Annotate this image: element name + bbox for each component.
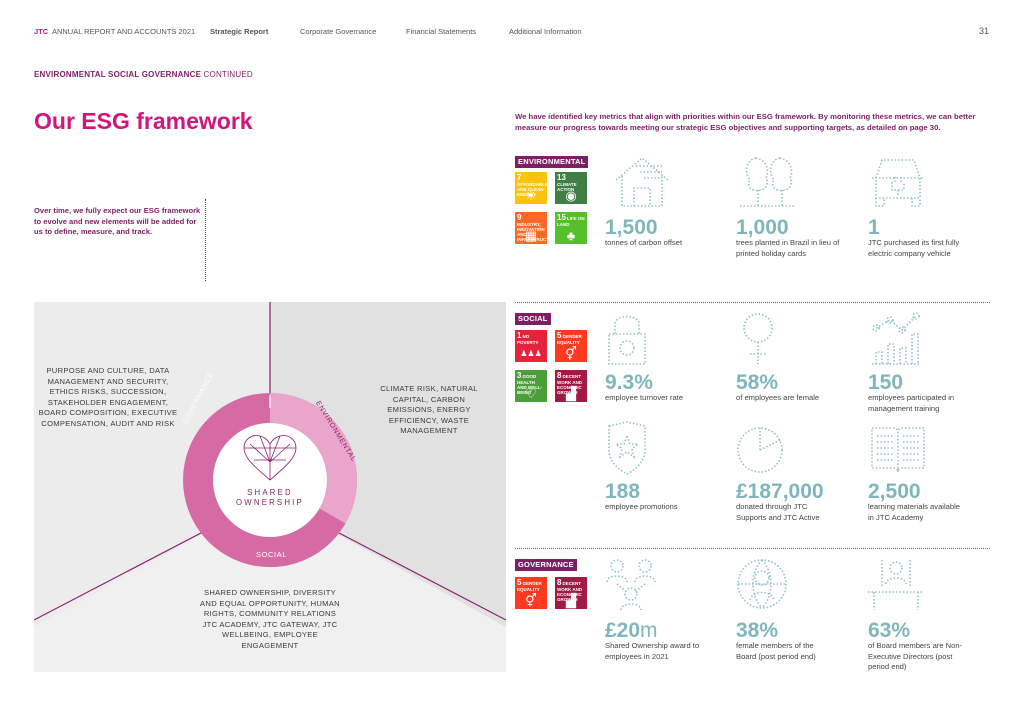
female-globe-icon: [737, 559, 787, 609]
sdg-number: 15: [557, 213, 566, 222]
intro-right: We have identified key metrics that alig…: [515, 112, 976, 132]
metric-promotions-value: 188: [605, 480, 641, 503]
report-name: ANNUAL REPORT AND ACCOUNTS 2021: [51, 27, 196, 36]
governance-label: GOVERNANCE: [515, 559, 577, 571]
sdg-3-icon: 3GOOD HEALTH AND WELL-BEING ♡: [515, 370, 547, 402]
sdg-5-icon: 5GENDER EQUALITY ⚥: [515, 577, 547, 609]
metric-female-board-desc: female members of the Board (post period…: [736, 641, 816, 661]
metric-management-training-desc: employees participated in management tra…: [868, 393, 955, 413]
metric-shared-ownership-desc: Shared Ownership award to employees in 2…: [605, 641, 700, 661]
ring-label-social: SOCIAL: [256, 550, 288, 559]
open-book-icon: [871, 427, 925, 473]
metric-promotions-desc: employee promotions: [605, 502, 678, 511]
padlock-icon: [608, 315, 646, 365]
growth-chart-icon: [872, 312, 920, 365]
metric-shared-ownership-value: £20m: [605, 620, 658, 642]
sdg-number: 5: [557, 331, 562, 340]
metric-learning-materials-desc: learning materials available in JTC Acad…: [868, 502, 961, 522]
social-label: SOCIAL: [515, 313, 551, 325]
nav-financial-statements[interactable]: Financial Statements: [406, 27, 476, 36]
sdg-glyph: ▦: [524, 228, 538, 243]
nav-corporate-governance[interactable]: Corporate Governance: [300, 27, 376, 36]
house-icon: [615, 156, 669, 207]
trees-icon: [740, 157, 796, 207]
metric-trees-value: 1,000: [736, 216, 789, 239]
sdg-glyph: ▟: [566, 386, 576, 401]
sdg-number: 8: [557, 371, 562, 380]
sdg-1-icon: 1NO POVERTY ♟♟♟: [515, 330, 547, 362]
metric-carbon-offset-value: 1,500: [605, 216, 658, 239]
governance-topics: PURPOSE AND CULTURE, DATA MANAGEMENT AND…: [38, 366, 178, 428]
brand-label: JTC: [34, 27, 49, 36]
sdg-glyph: ⚥: [525, 593, 537, 608]
center-label-line2: OWNERSHIP: [236, 498, 304, 507]
people-network-icon: [606, 559, 656, 611]
section-divider: [515, 302, 990, 303]
sdg-glyph: ☀: [525, 188, 537, 203]
sdg-glyph: ♡: [525, 386, 537, 401]
sdg-7-icon: 7AFFORDABLE AND CLEAN ENERGY ☀: [515, 172, 547, 204]
metric-electric-vehicle-value: 1: [868, 216, 880, 239]
intro-left: Over time, we fully expect our ESG frame…: [34, 206, 201, 236]
metric-turnover-value: 9.3%: [605, 371, 653, 394]
female-symbol-icon: [743, 313, 773, 364]
sdg-glyph: ▟: [566, 593, 576, 608]
report-brand: JTC ANNUAL REPORT AND ACCOUNTS 2021: [34, 27, 195, 36]
metric-shared-ownership-amount: £20: [605, 619, 641, 642]
center-label: SHARED OWNERSHIP: [220, 488, 320, 508]
sdg-8-icon: 8DECENT WORK AND ECONOMIC GROWTH ▟: [555, 370, 587, 402]
nav-strategic-report[interactable]: Strategic Report: [210, 27, 268, 36]
social-topics: SHARED OWNERSHIP, DIVERSITY AND EQUAL OP…: [200, 588, 340, 650]
metric-ned-value: 63%: [868, 619, 911, 642]
metric-trees-desc: trees planted in Brazil in lieu of print…: [736, 238, 840, 258]
sdg-number: 3: [517, 371, 522, 380]
sdg-15-icon: 15LIFE ON LAND ♣: [555, 212, 587, 244]
sdg-glyph: ⚥: [565, 346, 577, 361]
metric-female-board-value: 38%: [736, 619, 779, 642]
sdg-13-icon: 13CLIMATE ACTION ◉: [555, 172, 587, 204]
badge-star-icon: [608, 421, 646, 475]
sdg-8-icon: 8DECENT WORK AND ECONOMIC GROWTH ▟: [555, 577, 587, 609]
pie-chart-icon: [737, 427, 783, 473]
nav-additional-information[interactable]: Additional Information: [509, 27, 582, 36]
sdg-number: 8: [557, 578, 562, 587]
intro-divider: [205, 199, 206, 281]
page-title: Our ESG framework: [34, 108, 253, 134]
metric-donations-value: £187,000: [736, 480, 824, 503]
sdg-glyph: ◉: [565, 188, 577, 203]
metric-turnover-desc: employee turnover rate: [605, 393, 684, 402]
metric-shared-ownership-unit: m: [640, 619, 658, 642]
metric-ned-desc: of Board members are Non-Executive Direc…: [868, 641, 963, 671]
sdg-number: 9: [517, 213, 522, 222]
sdg-glyph: ♟♟♟: [520, 349, 542, 358]
metric-female-employees-value: 58%: [736, 371, 779, 394]
sdg-number: 7: [517, 173, 522, 182]
page-number: 31: [979, 26, 990, 36]
environmental-topics: CLIMATE RISK, NATURAL CAPITAL, CARBON EM…: [380, 384, 478, 435]
section-divider: [515, 548, 990, 549]
sdg-glyph: ♣: [566, 228, 576, 243]
metric-electric-vehicle-desc: JTC purchased its first fully electric c…: [868, 238, 960, 258]
center-label-line1: SHARED: [247, 488, 293, 497]
sdg-number: 13: [557, 173, 566, 182]
electric-car-icon: [872, 159, 924, 207]
metric-management-training-value: 150: [868, 371, 904, 394]
sdg-9-icon: 9INDUSTRY, INNOVATION AND INFRASTRUCTURE…: [515, 212, 547, 244]
esg-diagram: PURPOSE AND CULTURE, DATA MANAGEMENT AND…: [34, 302, 506, 672]
metric-donations-desc: donated through JTC Supports and JTC Act…: [736, 502, 820, 522]
environmental-label: ENVIRONMENTAL: [515, 156, 589, 168]
section-heading-strong: ENVIRONMENTAL SOCIAL GOVERNANCE: [34, 70, 202, 79]
sdg-number: 1: [517, 331, 522, 340]
metric-carbon-offset-desc: tonnes of carbon offset: [605, 238, 683, 247]
boardroom-icon: [868, 560, 924, 610]
sdg-number: 5: [517, 578, 522, 587]
section-heading: ENVIRONMENTAL SOCIAL GOVERNANCE CONTINUE…: [34, 70, 253, 79]
metric-female-employees-desc: of employees are female: [736, 393, 820, 402]
section-heading-rest: CONTINUED: [203, 70, 253, 79]
metric-learning-materials-value: 2,500: [868, 480, 921, 503]
sdg-5-icon: 5GENDER EQUALITY ⚥: [555, 330, 587, 362]
